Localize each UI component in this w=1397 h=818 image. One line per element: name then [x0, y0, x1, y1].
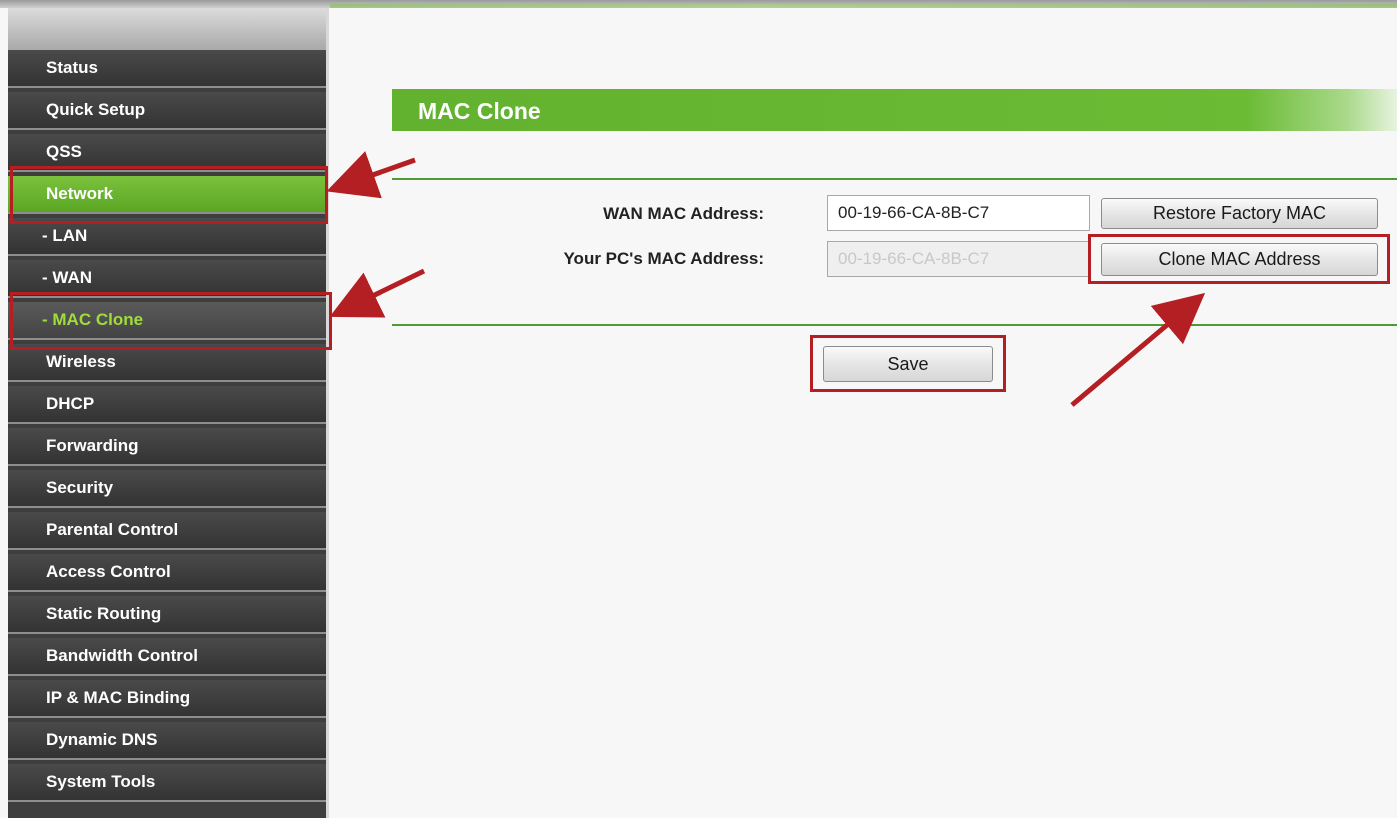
- clone-mac-address-button[interactable]: Clone MAC Address: [1101, 243, 1378, 276]
- sidebar-nav: Status Quick Setup QSS Network - LAN - W…: [8, 8, 329, 818]
- sidebar-item-access-control[interactable]: Access Control: [8, 554, 326, 592]
- sidebar-item-dhcp[interactable]: DHCP: [8, 386, 326, 424]
- sidebar-item-bandwidth-control[interactable]: Bandwidth Control: [8, 638, 326, 676]
- sidebar-item-parental-control[interactable]: Parental Control: [8, 512, 326, 550]
- page-title-bar: MAC Clone: [392, 89, 1397, 131]
- sidebar-header: [8, 8, 326, 50]
- sidebar-item-forwarding[interactable]: Forwarding: [8, 428, 326, 466]
- sidebar-item-mac-clone[interactable]: - MAC Clone: [8, 302, 326, 340]
- sidebar-item-status[interactable]: Status: [8, 50, 326, 88]
- wan-mac-input[interactable]: [827, 195, 1090, 231]
- wan-mac-label: WAN MAC Address:: [603, 204, 764, 223]
- page-title: MAC Clone: [418, 98, 541, 124]
- sidebar-item-wan[interactable]: - WAN: [8, 260, 326, 298]
- sidebar-item-system-tools[interactable]: System Tools: [8, 764, 326, 802]
- sidebar-item-dynamic-dns[interactable]: Dynamic DNS: [8, 722, 326, 760]
- sidebar-item-network[interactable]: Network: [8, 176, 326, 214]
- sidebar-item-qss[interactable]: QSS: [8, 134, 326, 172]
- sidebar-item-lan[interactable]: - LAN: [8, 218, 326, 256]
- sidebar-item-quick-setup[interactable]: Quick Setup: [8, 92, 326, 130]
- save-button[interactable]: Save: [823, 346, 993, 382]
- sidebar-item-wireless[interactable]: Wireless: [8, 344, 326, 382]
- pc-mac-input: [827, 241, 1090, 277]
- sidebar-item-ip-mac-binding[interactable]: IP & MAC Binding: [8, 680, 326, 718]
- top-strip: [0, 0, 1397, 8]
- form-bottom-divider: [392, 324, 1397, 326]
- router-admin-page: Status Quick Setup QSS Network - LAN - W…: [0, 0, 1397, 818]
- sidebar-item-security[interactable]: Security: [8, 470, 326, 508]
- sidebar-item-static-routing[interactable]: Static Routing: [8, 596, 326, 634]
- restore-factory-mac-button[interactable]: Restore Factory MAC: [1101, 198, 1378, 229]
- pc-mac-label: Your PC's MAC Address:: [563, 249, 764, 268]
- arrow-to-mac-clone-icon: [329, 268, 426, 318]
- form-top-divider: [392, 178, 1397, 180]
